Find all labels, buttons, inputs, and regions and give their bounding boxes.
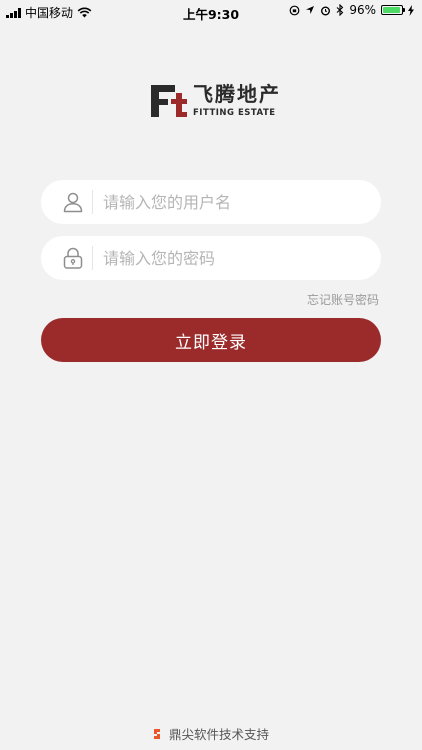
footer: 鼎尖软件技术支持 xyxy=(0,724,422,743)
password-field[interactable] xyxy=(41,236,381,280)
battery-icon xyxy=(381,5,405,15)
forgot-password-link[interactable]: 忘记账号密码 xyxy=(307,291,379,308)
user-icon xyxy=(63,192,83,213)
logo-text: 飞腾地产 FITTING ESTATE xyxy=(193,83,281,118)
footer-text: 鼎尖软件技术支持 xyxy=(168,727,269,742)
alarm-icon xyxy=(321,6,331,15)
field-divider xyxy=(92,190,93,214)
login-button[interactable]: 立即登录 xyxy=(41,318,381,362)
ft-logo-mark-icon xyxy=(151,84,187,117)
location-icon xyxy=(306,6,315,14)
battery-percent: 96% xyxy=(349,3,376,17)
bluetooth-icon xyxy=(336,4,344,16)
dingjian-logo-icon xyxy=(154,729,160,739)
field-divider xyxy=(92,246,93,270)
status-bar: 中国移动 上午9:30 96% xyxy=(0,0,422,22)
brand-name-en: FITTING ESTATE xyxy=(193,107,276,118)
status-right: 96% xyxy=(289,3,414,17)
rotation-lock-icon xyxy=(289,5,300,15)
brand-logo: 飞腾地产 FITTING ESTATE xyxy=(149,80,281,120)
lock-icon xyxy=(63,247,83,269)
brand-name-cn: 飞腾地产 xyxy=(193,81,281,106)
username-input[interactable] xyxy=(103,180,363,224)
charging-icon xyxy=(408,4,414,16)
password-input[interactable] xyxy=(103,236,363,280)
battery-fill xyxy=(383,7,401,13)
username-field[interactable] xyxy=(41,180,381,224)
